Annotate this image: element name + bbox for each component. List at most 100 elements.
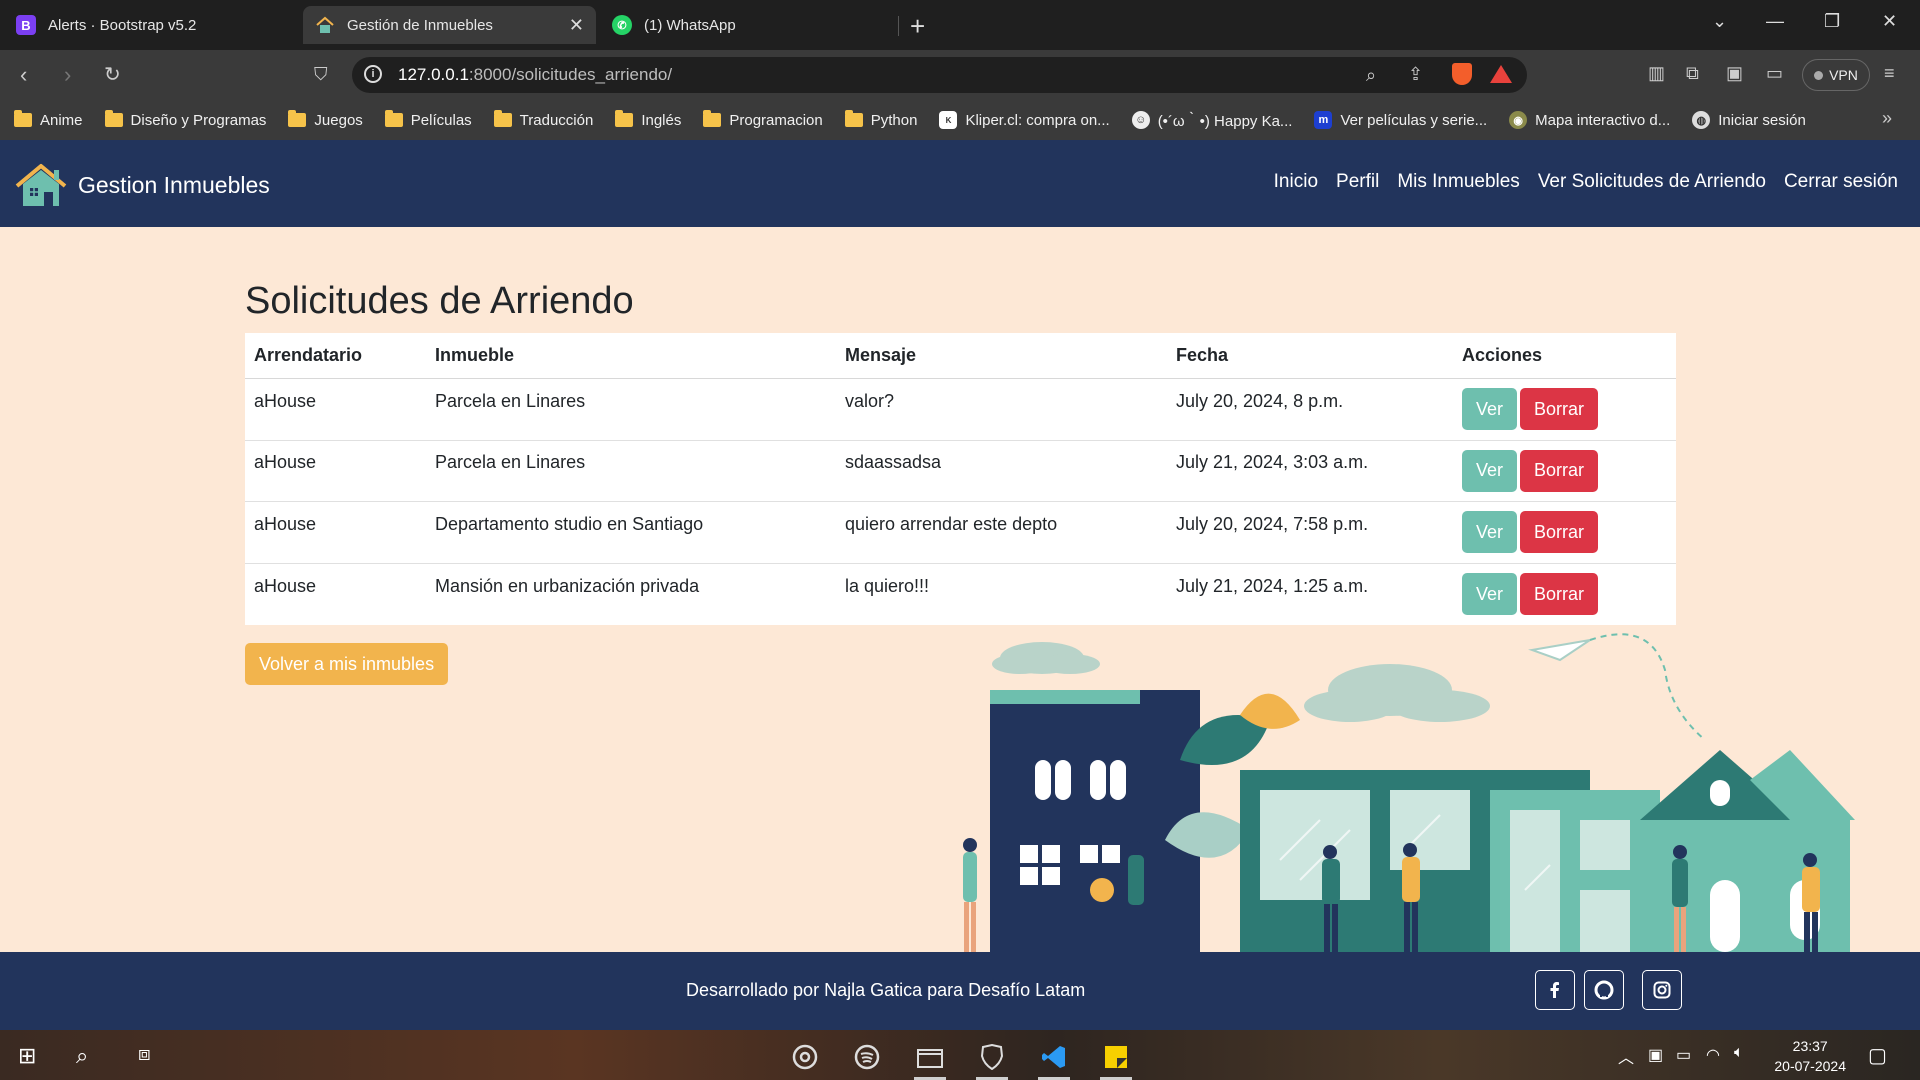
tray-chevron-icon[interactable]: ︿ — [1618, 1044, 1634, 1068]
mensaje-text: quiero arrendar este depto — [845, 513, 1058, 534]
zoom-icon[interactable]: ⌕ — [1366, 65, 1376, 86]
folder-icon — [288, 110, 307, 127]
cell-inmueble: Mansión en urbanización privada — [426, 563, 836, 625]
borrar-button[interactable]: Borrar — [1520, 388, 1599, 431]
bookmark-peliculas[interactable]: Películas — [384, 110, 472, 129]
tray-app-icon[interactable]: ▣ — [1648, 1045, 1663, 1065]
ver-button[interactable]: Ver — [1462, 573, 1518, 615]
arrendatario-text: aHouse — [254, 575, 317, 596]
nav-inicio[interactable]: Inicio — [1274, 171, 1318, 193]
bootstrap-icon: B — [16, 15, 36, 35]
github-button[interactable] — [1584, 970, 1624, 1010]
menu-icon[interactable]: ≡ — [1884, 63, 1895, 84]
ver-button[interactable]: Ver — [1462, 511, 1518, 554]
back-icon[interactable]: ‹ — [20, 62, 27, 88]
nav-ver-solicitudes[interactable]: Ver Solicitudes de Arriendo — [1538, 171, 1766, 193]
task-view-icon[interactable]: ⧈ — [138, 1043, 151, 1066]
spotify-icon[interactable] — [845, 1038, 889, 1076]
bookmark-programacion[interactable]: Programacion — [703, 110, 823, 129]
ver-button[interactable]: Ver — [1462, 388, 1518, 431]
kliper-icon: K — [939, 111, 958, 129]
brand[interactable]: Gestion Inmuebles — [14, 162, 270, 208]
vscode-icon[interactable] — [1032, 1038, 1076, 1080]
tab-search-chevron-icon[interactable]: ⌄ — [1712, 11, 1727, 32]
close-window-icon[interactable]: ✕ — [1882, 11, 1897, 32]
nav-perfil[interactable]: Perfil — [1336, 171, 1379, 193]
bookmark-iniciar-sesion[interactable]: ◍ Iniciar sesión — [1692, 111, 1806, 129]
url-text[interactable]: 127.0.0.1:8000/solicitudes_arriendo/ — [398, 65, 672, 85]
cell-acciones: Ver Borrar — [1453, 440, 1676, 502]
bookmark-anime[interactable]: Anime — [14, 110, 83, 129]
ver-button[interactable]: Ver — [1462, 449, 1518, 492]
wifi-icon[interactable]: ◠ — [1706, 1045, 1720, 1065]
bookmark-label: Inglés — [641, 111, 682, 129]
bookmark-happy-ka[interactable]: ☺ (•´ω｀•) Happy Ka... — [1131, 110, 1292, 131]
vpn-button[interactable]: VPN — [1802, 59, 1870, 91]
nav-cerrar-sesion[interactable]: Cerrar sesión — [1784, 171, 1898, 193]
address-bar[interactable]: i 127.0.0.1:8000/solicitudes_arriendo/ ⌕… — [352, 57, 1527, 93]
new-tab-icon[interactable]: + — [910, 11, 925, 42]
sticky-notes-icon[interactable] — [1094, 1038, 1138, 1080]
extensions-icon[interactable]: ⧉ — [1686, 63, 1699, 84]
sidebar-icon[interactable]: ▣ — [1726, 63, 1743, 84]
footer-credit: Desarrollado por Najla Gatica para Desaf… — [686, 980, 1086, 1000]
cell-fecha: July 21, 2024, 1:25 a.m. — [1167, 563, 1453, 625]
share-icon[interactable]: ⇪ — [1408, 64, 1423, 85]
reload-icon[interactable]: ↻ — [104, 62, 121, 87]
bookmark-ver-peliculas[interactable]: m Ver películas y serie... — [1314, 111, 1487, 129]
cell-inmueble: Parcela en Linares — [426, 378, 836, 441]
battery-icon[interactable]: ▭ — [1676, 1045, 1691, 1065]
bookmark-icon[interactable]: ⛉ — [314, 64, 328, 85]
windows-start-icon[interactable]: ⊞ — [18, 1043, 36, 1069]
volume-icon[interactable]: 🔈︎ — [1734, 1044, 1744, 1062]
tab-whatsapp[interactable]: ✆ (1) WhatsApp — [600, 6, 890, 44]
borrar-button[interactable]: Borrar — [1520, 573, 1599, 615]
bookmarks-bar: Anime Diseño y Programas Juegos Película… — [0, 100, 1920, 140]
system-clock[interactable]: 23:37 20-07-2024 — [1774, 1036, 1846, 1076]
crypto-wallet-icon[interactable]: ▭ — [1766, 63, 1783, 84]
forward-icon[interactable]: › — [64, 62, 71, 88]
folder-icon — [615, 110, 634, 127]
brave-shields-icon[interactable] — [1452, 63, 1472, 85]
borrar-button[interactable]: Borrar — [1520, 449, 1599, 492]
column-header: Mensaje — [836, 333, 1167, 379]
notifications-icon[interactable]: ▢ — [1868, 1043, 1887, 1068]
bookmark-juegos[interactable]: Juegos — [288, 110, 363, 129]
tab-gestion-inmuebles[interactable]: Gestión de Inmuebles ✕ — [303, 6, 596, 44]
close-tab-icon[interactable]: ✕ — [569, 15, 584, 36]
solicitudes-table: Arrendatario Inmueble Mensaje Fecha Acci… — [245, 333, 1676, 625]
volver-button[interactable]: Volver a mis inmubles — [245, 643, 449, 685]
house-logo-icon — [15, 164, 67, 206]
cell-mensaje: sdaassadsa — [836, 440, 1167, 502]
fecha-text: July 20, 2024, 7:58 p.m. — [1176, 513, 1369, 534]
facebook-button[interactable] — [1535, 970, 1575, 1010]
file-explorer-icon[interactable] — [908, 1038, 952, 1080]
bookmark-diseno[interactable]: Diseño y Programas — [104, 110, 266, 129]
wallet-icon[interactable]: ▥ — [1648, 63, 1665, 84]
vpn-label: VPN — [1829, 67, 1858, 83]
bookmark-label: Python — [870, 111, 918, 129]
borrar-button[interactable]: Borrar — [1520, 511, 1599, 554]
arrendatario-text: aHouse — [254, 452, 317, 473]
bookmark-label: Mapa interactivo d... — [1535, 111, 1671, 129]
tab-bootstrap-alerts[interactable]: B Alerts · Bootstrap v5.2 — [4, 6, 300, 44]
site-info-icon[interactable]: i — [364, 65, 382, 83]
bookmark-traduccion[interactable]: Traducción — [493, 110, 593, 129]
brave-rewards-icon[interactable] — [1490, 65, 1512, 83]
more-bookmarks-icon[interactable]: » — [1882, 108, 1892, 129]
minimize-icon[interactable]: — — [1766, 11, 1784, 32]
instagram-button[interactable] — [1642, 970, 1682, 1010]
bookmark-kliper[interactable]: K Kliper.cl: compra on... — [939, 111, 1110, 129]
folder-icon — [14, 110, 32, 127]
chrome-icon[interactable] — [783, 1038, 827, 1076]
bookmark-ingles[interactable]: Inglés — [615, 110, 682, 129]
search-icon[interactable]: ⌕ — [76, 1043, 88, 1069]
restore-icon[interactable]: ❐ — [1824, 11, 1840, 32]
bookmark-mapa[interactable]: ◉ Mapa interactivo d... — [1509, 111, 1670, 129]
brave-browser-icon[interactable] — [970, 1038, 1014, 1080]
url-path: :8000/solicitudes_arriendo/ — [468, 65, 673, 84]
brand-name: Gestion Inmuebles — [78, 171, 270, 198]
bookmark-python[interactable]: Python — [844, 110, 918, 129]
nav-mis-inmuebles[interactable]: Mis Inmuebles — [1397, 171, 1520, 193]
clock-date: 20-07-2024 — [1774, 1058, 1846, 1074]
